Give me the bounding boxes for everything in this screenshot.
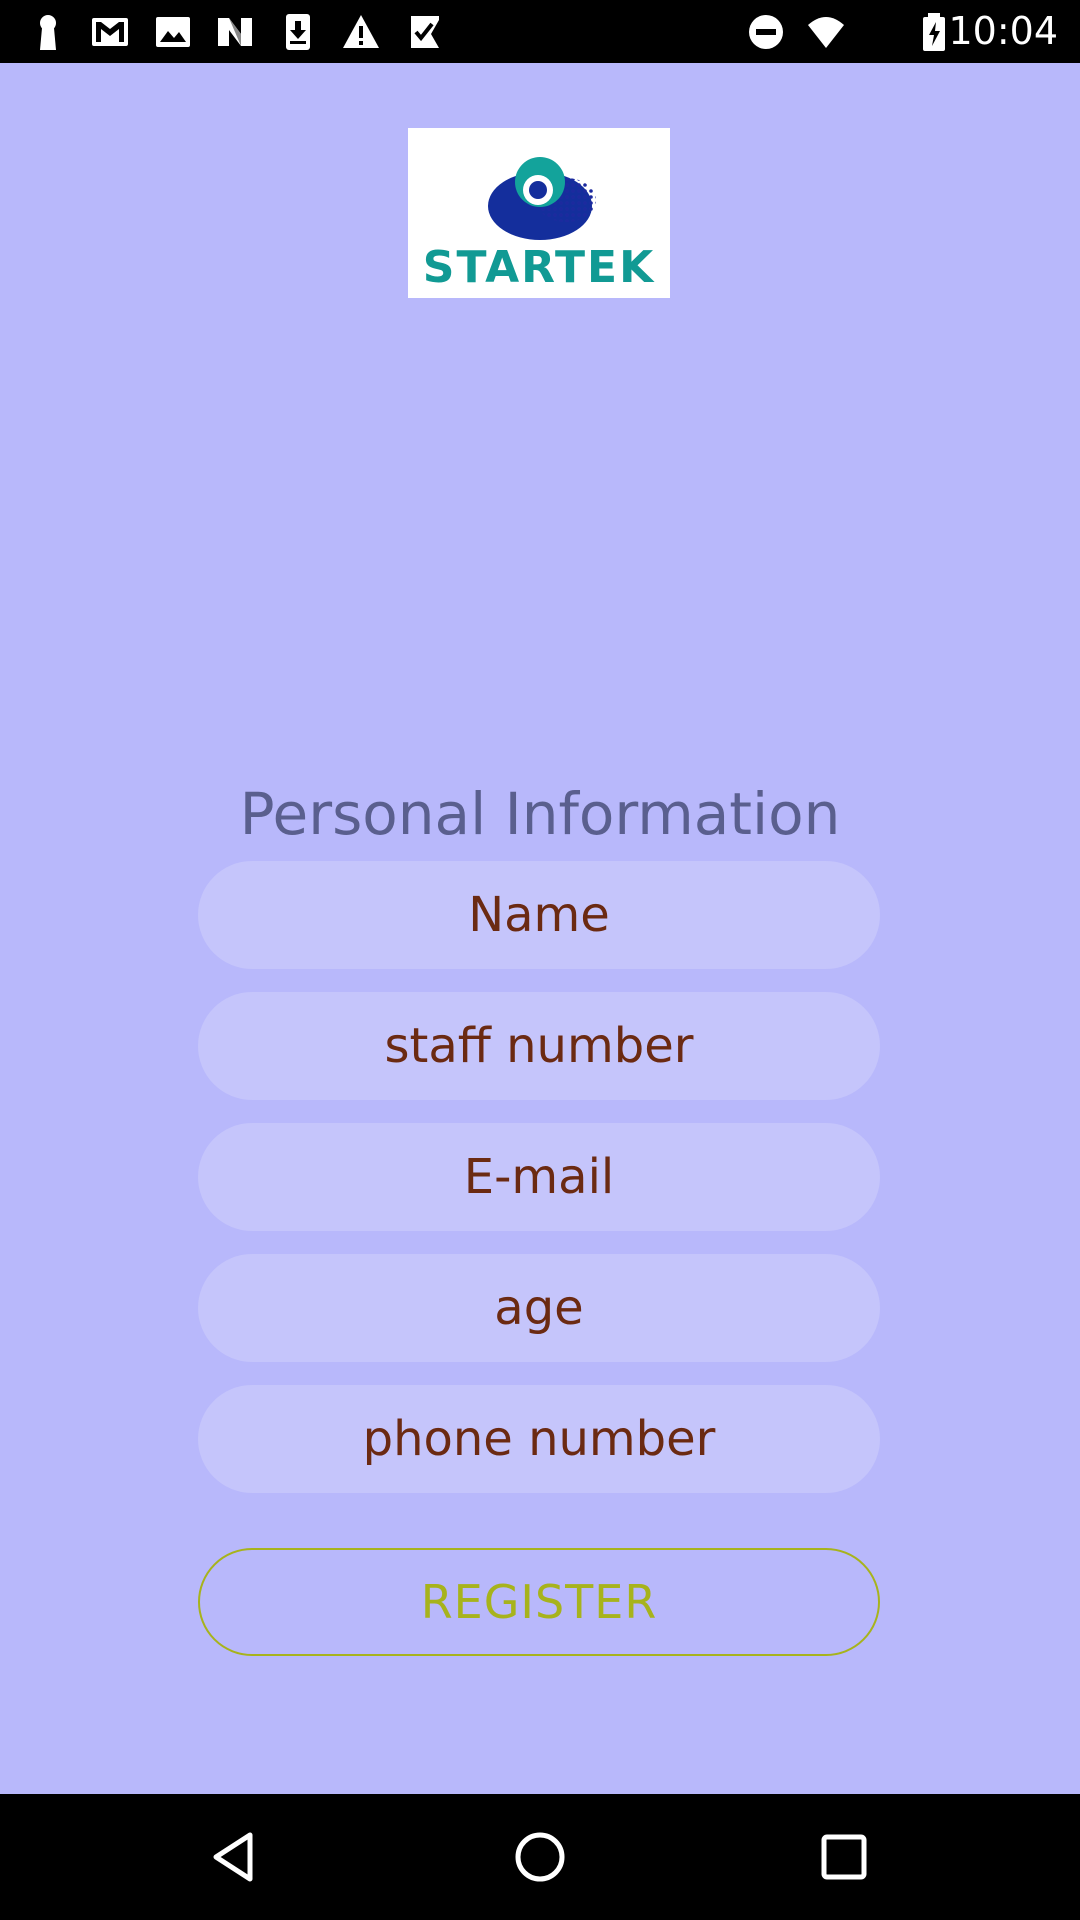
name-field[interactable] xyxy=(198,861,880,969)
register-button[interactable]: REGISTER xyxy=(198,1548,880,1656)
check-flag-icon xyxy=(405,12,445,52)
keyhole-icon xyxy=(28,12,68,52)
photo-icon xyxy=(153,12,193,52)
back-icon[interactable] xyxy=(206,1827,266,1887)
startek-logo: STARTEK xyxy=(408,128,670,298)
warning-icon xyxy=(341,12,381,52)
clock: 10:04 xyxy=(948,9,1058,53)
logo-text: STARTEK xyxy=(422,242,656,293)
n-app-icon xyxy=(215,12,255,52)
status-bar: 10:04 xyxy=(0,0,1080,63)
download-icon xyxy=(278,12,318,52)
gmail-icon xyxy=(90,12,130,52)
staff-number-field[interactable] xyxy=(198,992,880,1100)
phone-number-field[interactable] xyxy=(198,1385,880,1493)
email-field[interactable] xyxy=(198,1123,880,1231)
page-title: Personal Information xyxy=(239,780,841,848)
wifi-icon xyxy=(806,12,846,52)
home-icon[interactable] xyxy=(510,1827,570,1887)
age-field[interactable] xyxy=(198,1254,880,1362)
navigation-bar xyxy=(0,1794,1080,1920)
do-not-disturb-icon xyxy=(746,12,786,52)
logo-mark-icon xyxy=(488,157,596,240)
recents-icon[interactable] xyxy=(814,1827,874,1887)
register-screen: STARTEK Personal Information REGISTER xyxy=(0,63,1080,1794)
